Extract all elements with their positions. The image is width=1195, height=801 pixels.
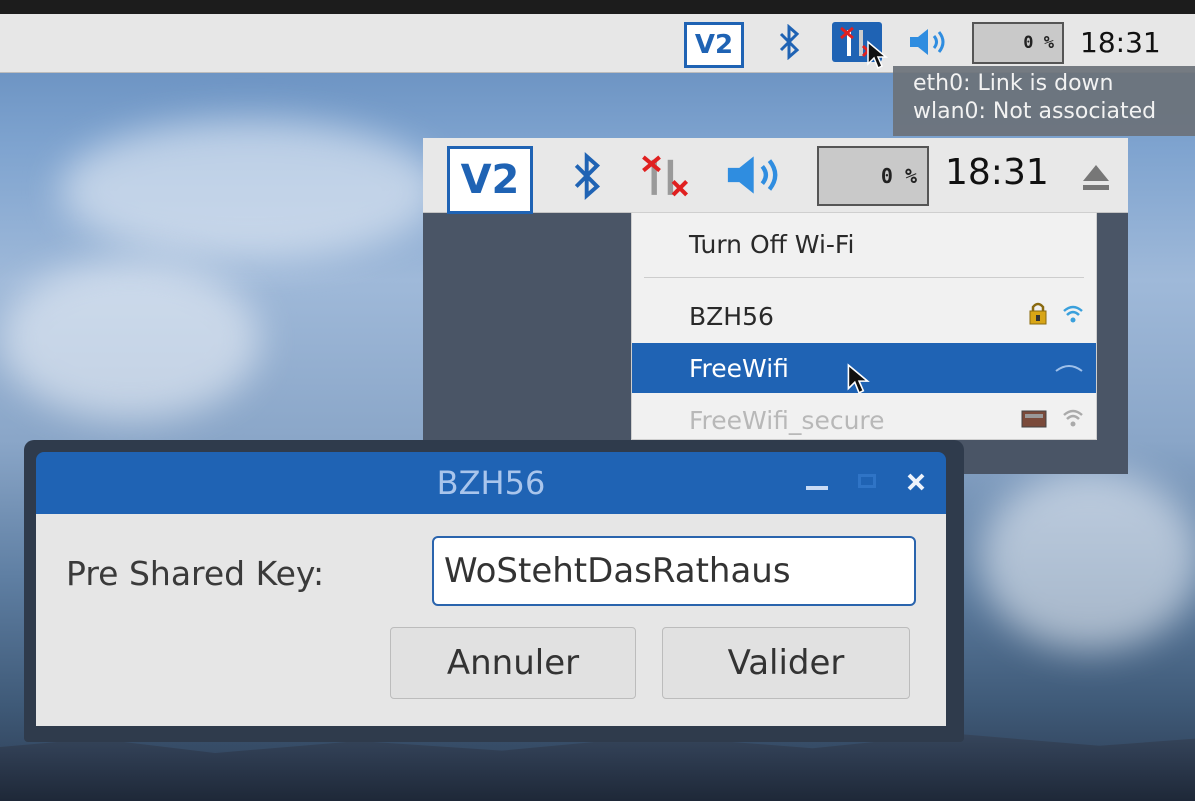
network-ssid: BZH56 [689, 301, 774, 331]
cpu-usage-monitor[interactable]: 0 % [817, 146, 929, 206]
psk-input[interactable] [432, 536, 916, 606]
bluetooth-icon[interactable] [770, 22, 810, 62]
network-ssid: FreeWifi_secure [689, 405, 885, 435]
minimize-icon[interactable] [806, 486, 828, 490]
dialog-body: Pre Shared Key: Annuler Valider [36, 514, 946, 726]
taskbar-zoomed: V2 0 % 18:31 [423, 138, 1128, 214]
volume-icon[interactable] [906, 24, 956, 60]
tooltip-line-eth0: eth0: Link is down [913, 71, 1114, 96]
turn-off-wifi-item[interactable]: Turn Off Wi-Fi [632, 219, 1096, 269]
wifi-signal-icon [1062, 406, 1084, 435]
maximize-icon[interactable] [858, 474, 876, 488]
wallpaper-cloud [0, 260, 260, 420]
dialog-title: BZH56 [436, 464, 546, 502]
bluetooth-icon[interactable] [563, 148, 613, 204]
wallpaper-cloud [60, 120, 440, 260]
network-disconnected-icon[interactable] [635, 148, 695, 204]
lock-icon [1028, 301, 1048, 331]
tooltip-line-wlan0: wlan0: Not associated [913, 99, 1157, 124]
cpu-usage-monitor[interactable]: 0 % [972, 22, 1064, 64]
volume-icon[interactable] [723, 150, 793, 200]
network-ssid: FreeWifi [689, 353, 789, 383]
wifi-network-item[interactable]: BZH56 [632, 291, 1096, 341]
screen-bezel [0, 0, 1195, 14]
wifi-menu: Turn Off Wi-Fi BZH56 FreeWifi FreeWifi_s… [631, 212, 1097, 440]
clock[interactable]: 18:31 [945, 152, 1049, 193]
wifi-signal-icon [1054, 354, 1084, 383]
wifi-network-item[interactable]: FreeWifi [632, 343, 1096, 394]
vnc-icon[interactable]: V2 [684, 22, 744, 68]
cancel-button[interactable]: Annuler [390, 627, 636, 699]
clock[interactable]: 18:31 [1080, 26, 1161, 59]
wifi-signal-icon [1062, 302, 1084, 331]
psk-label: Pre Shared Key: [66, 554, 325, 593]
taskbar: V2 0 % 18:31 [0, 14, 1195, 73]
wifi-network-item[interactable]: FreeWifi_secure [632, 395, 1096, 445]
menu-separator [644, 277, 1084, 278]
dialog-titlebar[interactable]: BZH56 [36, 452, 946, 514]
vnc-icon[interactable]: V2 [447, 146, 533, 214]
psk-dialog: BZH56 Pre Shared Key: Annuler Valider [24, 440, 964, 742]
zoomed-taskbar-panel: V2 0 % 18:31 Turn Off Wi-Fi BZH56 FreeWi… [423, 138, 1128, 474]
wallpaper-cloud [980, 470, 1195, 650]
mouse-cursor-icon [862, 40, 892, 70]
secured-network-icon [1020, 406, 1048, 435]
eject-icon[interactable] [1079, 160, 1113, 194]
ok-button[interactable]: Valider [662, 627, 910, 699]
close-icon[interactable] [906, 462, 926, 500]
network-status-tooltip: eth0: Link is down wlan0: Not associated [893, 66, 1195, 136]
